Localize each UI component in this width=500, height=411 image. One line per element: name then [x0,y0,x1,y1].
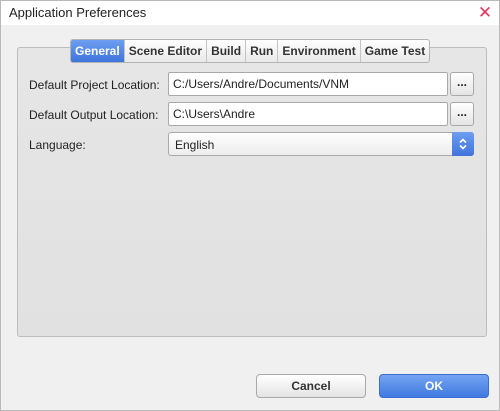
output-location-input[interactable]: C:\Users\Andre [168,102,448,126]
language-label: Language: [29,138,86,152]
preferences-window: Application Preferences ✕ General Scene … [0,0,500,411]
project-location-input[interactable]: C:/Users/Andre/Documents/VNM [168,72,448,96]
language-row: Language: English [1,132,500,158]
tab-build[interactable]: Build [206,40,245,62]
output-location-row: Default Output Location: C:\Users\Andre … [1,102,500,128]
updown-arrows-icon[interactable] [452,132,474,156]
window-title: Application Preferences [9,5,147,20]
tab-game-test[interactable]: Game Test [359,40,429,62]
ok-button[interactable]: OK [379,374,489,398]
tab-general[interactable]: General [71,40,124,62]
cancel-button[interactable]: Cancel [256,374,366,398]
tab-scene-editor[interactable]: Scene Editor [123,40,206,62]
tab-run[interactable]: Run [245,40,277,62]
close-icon[interactable]: ✕ [475,3,495,23]
tab-environment[interactable]: Environment [277,40,359,62]
project-location-row: Default Project Location: C:/Users/Andre… [1,72,500,98]
output-location-label: Default Output Location: [29,108,159,122]
project-location-browse-button[interactable]: ... [450,72,474,96]
title-bar[interactable]: Application Preferences ✕ [1,1,499,25]
output-location-browse-button[interactable]: ... [450,102,474,126]
language-select[interactable]: English [168,132,474,156]
tab-bar: General Scene Editor Build Run Environme… [70,39,431,63]
project-location-label: Default Project Location: [29,78,160,92]
language-select-value: English [175,138,215,152]
